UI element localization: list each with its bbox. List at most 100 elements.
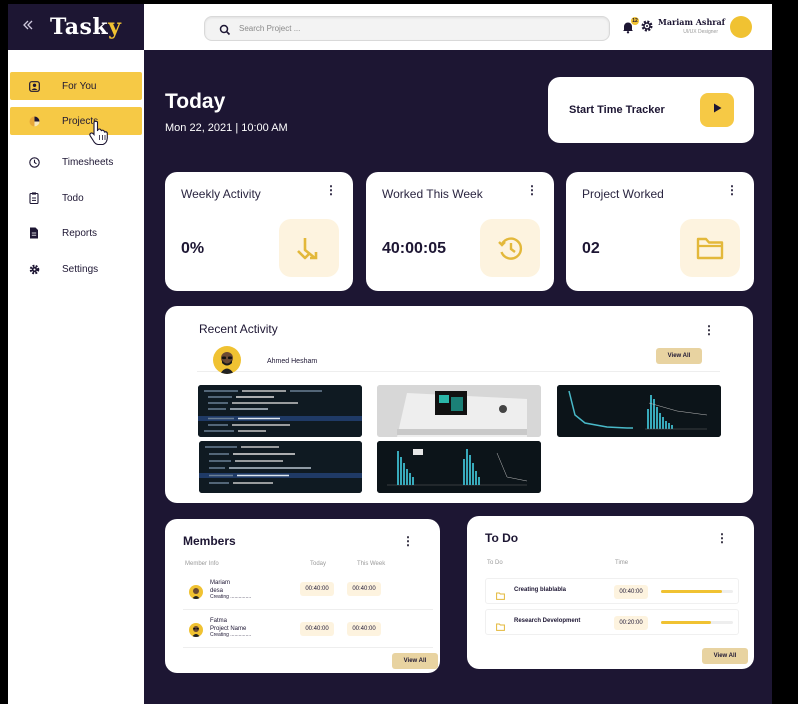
search-icon bbox=[219, 23, 231, 35]
progress-bar bbox=[661, 621, 733, 624]
sidebar-item-for-you[interactable]: For You bbox=[10, 72, 142, 100]
section-title: Members bbox=[183, 534, 236, 548]
clock-icon bbox=[28, 156, 40, 168]
section-title: To Do bbox=[485, 531, 519, 545]
pie-chart-icon bbox=[28, 115, 40, 127]
more-options-icon[interactable]: ⋮ bbox=[726, 184, 738, 196]
more-options-icon[interactable]: ⋮ bbox=[716, 531, 728, 545]
arrows-merge-icon bbox=[279, 219, 339, 277]
activity-user-name: Ahmed Hesham bbox=[267, 358, 318, 365]
week-time: 00:40:00 bbox=[347, 582, 381, 596]
document-icon bbox=[28, 227, 40, 239]
today-time: 00:40:00 bbox=[300, 622, 334, 636]
table-row[interactable]: Fatma Project Name Creating .............… bbox=[183, 612, 433, 648]
todo-item[interactable]: Research Development 00:20:00 bbox=[485, 609, 739, 635]
avatar[interactable] bbox=[730, 16, 752, 38]
app-window: Tasky 12 Mariam Ashraf UI/UX Designer F bbox=[8, 4, 772, 704]
todo-name: Research Development bbox=[514, 618, 581, 624]
more-options-icon[interactable]: ⋮ bbox=[402, 534, 414, 548]
search-input[interactable] bbox=[239, 24, 539, 33]
folder-icon bbox=[496, 587, 505, 600]
view-all-button[interactable]: View All bbox=[702, 648, 748, 664]
chart-screenshot-thumbnail[interactable] bbox=[377, 441, 541, 493]
stat-title: Weekly Activity bbox=[181, 187, 261, 201]
play-icon bbox=[711, 101, 723, 119]
column-header: Time bbox=[615, 560, 629, 566]
todo-name: Creating blablabla bbox=[514, 587, 567, 593]
avatar bbox=[213, 346, 241, 374]
app-screenshot-thumbnail[interactable] bbox=[377, 385, 541, 437]
chart-screenshot-thumbnail[interactable] bbox=[557, 385, 721, 437]
recent-activity-card: Recent Activity ⋮ Ahmed Hesham View All bbox=[165, 306, 753, 503]
view-all-button[interactable]: View All bbox=[392, 653, 438, 669]
sidebar-item-label: Settings bbox=[62, 263, 99, 275]
stat-value: 40:00:05 bbox=[382, 240, 447, 257]
sidebar-item-reports[interactable]: Reports bbox=[10, 219, 142, 247]
member-status: Creating ............... bbox=[210, 594, 252, 600]
start-time-tracker-card[interactable]: Start Time Tracker bbox=[548, 77, 754, 143]
column-header: To Do bbox=[487, 560, 503, 566]
activity-user-row: Ahmed Hesham View All bbox=[197, 344, 720, 374]
progress-fill bbox=[661, 621, 712, 624]
view-all-button[interactable]: View All bbox=[656, 348, 702, 364]
more-options-icon[interactable]: ⋮ bbox=[703, 323, 715, 337]
code-screenshot-thumbnail[interactable] bbox=[199, 441, 362, 493]
member-name: Fatma Project Name bbox=[210, 618, 247, 632]
user-icon bbox=[28, 80, 40, 92]
stat-value: 0% bbox=[181, 240, 205, 257]
today-time: 00:40:00 bbox=[300, 582, 334, 596]
table-row[interactable]: Mariam desa Creating ............... 00:4… bbox=[183, 574, 433, 610]
stat-title: Project Worked bbox=[582, 187, 664, 201]
search-box[interactable] bbox=[204, 16, 610, 41]
worked-this-week-card: Worked This Week ⋮ 40:00:05 bbox=[366, 172, 554, 291]
code-screenshot-thumbnail[interactable] bbox=[198, 385, 362, 437]
notification-badge: 12 bbox=[631, 17, 639, 25]
column-header: Today bbox=[310, 561, 327, 567]
member-status: Creating ............... bbox=[210, 632, 252, 638]
sidebar: For You Projects Timesheets Todo Reports bbox=[8, 50, 144, 704]
progress-bar bbox=[661, 590, 733, 593]
sidebar-item-timesheets[interactable]: Timesheets bbox=[10, 148, 142, 176]
sidebar-item-label: Reports bbox=[62, 227, 98, 239]
avatar bbox=[189, 623, 203, 637]
more-options-icon[interactable]: ⋮ bbox=[325, 184, 337, 196]
more-options-icon[interactable]: ⋮ bbox=[526, 184, 538, 196]
todo-time: 00:20:00 bbox=[614, 616, 648, 630]
sidebar-item-label: Timesheets bbox=[62, 156, 114, 168]
sidebar-item-todo[interactable]: Todo bbox=[10, 184, 142, 212]
members-card: Members ⋮ Member Info Today This Week Ma… bbox=[165, 519, 440, 673]
folder-icon bbox=[680, 219, 740, 277]
column-header: This Week bbox=[357, 561, 386, 567]
sidebar-item-label: For You bbox=[62, 80, 97, 92]
brand-area: Tasky bbox=[8, 4, 144, 50]
column-header: Member Info bbox=[185, 561, 219, 567]
user-info[interactable]: Mariam Ashraf UI/UX Designer bbox=[658, 17, 726, 35]
sidebar-item-settings[interactable]: Settings bbox=[10, 255, 142, 283]
gear-icon[interactable] bbox=[640, 19, 654, 33]
sidebar-item-projects[interactable]: Projects bbox=[10, 107, 142, 135]
chevrons-left-icon[interactable] bbox=[22, 18, 38, 36]
stat-value: 02 bbox=[582, 240, 600, 257]
folder-icon bbox=[496, 618, 505, 631]
todo-time: 00:40:00 bbox=[614, 585, 648, 599]
bell-icon[interactable]: 12 bbox=[621, 17, 639, 34]
week-time: 00:40:00 bbox=[347, 622, 381, 636]
todo-item[interactable]: Creating blablabla 00:40:00 bbox=[485, 578, 739, 604]
top-bar: 12 Mariam Ashraf UI/UX Designer bbox=[144, 4, 772, 50]
app-logo: Tasky bbox=[50, 14, 122, 40]
play-button[interactable] bbox=[700, 93, 734, 127]
page-date: Mon 22, 2021 | 10:00 AM bbox=[165, 122, 288, 134]
tracker-label: Start Time Tracker bbox=[569, 104, 665, 116]
member-name: Mariam desa bbox=[210, 580, 231, 594]
avatar bbox=[189, 585, 203, 599]
progress-fill bbox=[661, 590, 723, 593]
project-worked-card: Project Worked ⋮ 02 bbox=[566, 172, 754, 291]
weekly-activity-card: Weekly Activity ⋮ 0% bbox=[165, 172, 353, 291]
gear-icon bbox=[28, 263, 40, 275]
hand-cursor-icon bbox=[88, 120, 110, 146]
history-clock-icon bbox=[480, 219, 540, 277]
sidebar-item-label: Todo bbox=[62, 192, 84, 204]
section-title: Recent Activity bbox=[199, 322, 278, 336]
user-name: Mariam Ashraf bbox=[658, 17, 726, 27]
page-title: Today bbox=[165, 90, 226, 113]
